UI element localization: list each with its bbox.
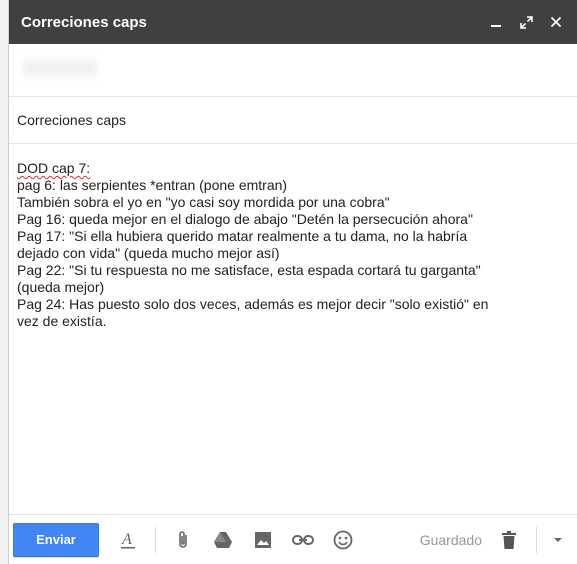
photo-icon[interactable] bbox=[250, 527, 276, 553]
body-line: pag 6: las serpientes *entran (pone emtr… bbox=[17, 177, 288, 193]
trash-icon[interactable] bbox=[496, 527, 522, 553]
drive-icon[interactable] bbox=[210, 527, 236, 553]
body-line: También sobra el yo en "yo casi soy mord… bbox=[17, 194, 390, 210]
emoji-icon[interactable] bbox=[330, 527, 356, 553]
body-line: DOD cap 7: bbox=[17, 160, 569, 177]
subject-field[interactable]: Correciones caps bbox=[9, 97, 577, 144]
recipient-chip-redacted bbox=[23, 60, 97, 76]
body-line: Pag 22: "Si tu respuesta no me satisface… bbox=[17, 262, 481, 278]
formatting-icon[interactable]: A bbox=[115, 527, 141, 553]
more-options-icon[interactable] bbox=[545, 527, 571, 553]
toolbar-divider bbox=[155, 526, 156, 553]
recipients-field[interactable] bbox=[9, 44, 577, 97]
expand-icon[interactable] bbox=[519, 15, 533, 29]
attach-icon[interactable] bbox=[170, 527, 196, 553]
message-body[interactable]: DOD cap 7: pag 6: las serpientes *entran… bbox=[9, 144, 577, 464]
svg-text:A: A bbox=[121, 531, 132, 548]
body-line: (queda mejor) bbox=[17, 279, 105, 295]
saved-status: Guardado bbox=[419, 531, 482, 548]
compose-toolbar: Enviar A Guardado bbox=[9, 514, 577, 564]
compose-window: Correciones caps Correciones caps DOD ca… bbox=[8, 0, 577, 564]
link-icon[interactable] bbox=[290, 527, 316, 553]
window-controls bbox=[489, 15, 563, 29]
send-button[interactable]: Enviar bbox=[13, 522, 99, 557]
window-title: Correciones caps bbox=[21, 13, 147, 31]
toolbar-divider bbox=[536, 526, 537, 553]
subject-value: Correciones caps bbox=[17, 112, 126, 128]
body-line: Pag 17: "Si ella hubiera querido matar r… bbox=[17, 228, 468, 244]
compose-titlebar[interactable]: Correciones caps bbox=[9, 0, 577, 44]
body-line: dejado con vida" (queda mucho mejor así) bbox=[17, 245, 280, 261]
minimize-icon[interactable] bbox=[489, 15, 503, 29]
body-line: Pag 24: Has puesto solo dos veces, ademá… bbox=[17, 296, 489, 312]
body-line: vez de existía. bbox=[17, 313, 107, 329]
misspelled-word: DOD cap 7: bbox=[17, 160, 91, 176]
body-line: Pag 16: queda mejor en el dialogo de aba… bbox=[17, 211, 473, 227]
close-icon[interactable] bbox=[549, 15, 563, 29]
